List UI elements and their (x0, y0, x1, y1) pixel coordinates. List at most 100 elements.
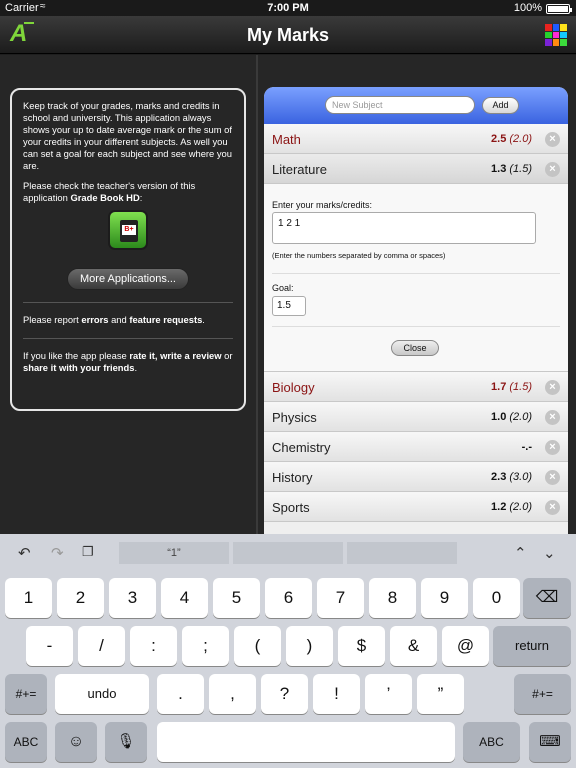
redo-icon[interactable]: ↷ (51, 544, 64, 562)
key-3[interactable]: 4 (161, 578, 208, 618)
goal-input[interactable]: 1.5 (272, 296, 306, 316)
delete-icon[interactable]: × (545, 162, 560, 177)
delete-icon[interactable]: × (545, 132, 560, 147)
goal-value: (1.5) (509, 381, 532, 393)
more-applications-button[interactable]: More Applications... (67, 268, 189, 290)
goal-value: (2.0) (509, 501, 532, 513)
close-editor-button[interactable]: Close (391, 340, 439, 356)
key-8[interactable]: 9 (421, 578, 468, 618)
delete-icon[interactable]: × (545, 440, 560, 455)
grid-square (545, 24, 552, 31)
key-punct[interactable]: ? (261, 674, 308, 714)
key-5[interactable]: 6 (265, 578, 312, 618)
like-text: If you like the app please rate it, writ… (23, 350, 233, 374)
subject-row[interactable]: Math 2.5 (2.0) × (264, 124, 568, 154)
subject-row[interactable]: Chemistry -.- × (264, 432, 568, 462)
symbols-key-right[interactable]: #+= (514, 674, 571, 714)
key-1[interactable]: 2 (57, 578, 104, 618)
chevron-up-icon[interactable]: ⌃ (514, 544, 527, 562)
add-subject-button[interactable]: Add (482, 97, 519, 114)
subject-row[interactable]: Literature 1.3 (1.5) × (264, 154, 568, 184)
key-symbol[interactable]: : (130, 626, 177, 666)
key-symbol[interactable]: / (78, 626, 125, 666)
key-symbol[interactable]: $ (338, 626, 385, 666)
key-punct[interactable]: ! (313, 674, 360, 714)
subject-name: Sports (272, 500, 310, 515)
grid-square (560, 31, 567, 39)
average-value: 2.5 (491, 133, 507, 145)
key-symbol[interactable]: ; (182, 626, 229, 666)
key-punct[interactable]: ’ (365, 674, 412, 714)
goal-label: Goal: (272, 283, 294, 293)
subject-row[interactable]: Sports 1.2 (2.0) × (264, 492, 568, 522)
key-6[interactable]: 7 (317, 578, 364, 618)
delete-icon[interactable]: × (545, 500, 560, 515)
teacher-version-text: Please check the teacher's version of th… (23, 180, 233, 204)
key-punct[interactable]: , (209, 674, 256, 714)
subject-average: -.- (522, 441, 532, 453)
rate-link[interactable]: rate it, write a review (129, 350, 221, 361)
undo-icon[interactable]: ↶ (18, 544, 31, 562)
average-value: 1.3 (491, 163, 507, 175)
nav-bar: A My Marks (0, 16, 576, 54)
marks-hint: (Enter the numbers separated by comma or… (272, 251, 446, 260)
emoji-key[interactable]: ☺ (55, 722, 97, 762)
suggestion-3[interactable] (347, 542, 457, 564)
delete-icon[interactable]: × (545, 410, 560, 425)
goal-value: (2.0) (509, 411, 532, 423)
key-symbol[interactable]: & (390, 626, 437, 666)
report-prefix: Please report (23, 314, 82, 325)
subject-row[interactable]: Physics 1.0 (2.0) × (264, 402, 568, 432)
grid-square (560, 39, 567, 46)
color-grid-icon[interactable] (545, 24, 567, 46)
suggestion-2[interactable] (233, 542, 343, 564)
share-link[interactable]: share it with your friends (23, 362, 134, 373)
report-suffix: . (202, 314, 205, 325)
key-punct[interactable]: ” (417, 674, 464, 714)
delete-icon[interactable]: × (545, 470, 560, 485)
delete-key[interactable]: ⌫ (523, 578, 571, 618)
key-2[interactable]: 3 (109, 578, 156, 618)
report-errors-link[interactable]: errors (81, 314, 108, 325)
undo-key[interactable]: undo (55, 674, 149, 714)
dictation-key[interactable]: 🎙 (105, 722, 147, 762)
subject-average: 2.3 (3.0) (491, 471, 532, 483)
symbols-key-left[interactable]: #+= (5, 674, 47, 714)
subjects-list[interactable]: New Subject Add Math 2.5 (2.0) × Literature… (264, 87, 568, 534)
chevron-down-icon[interactable]: ⌄ (543, 544, 556, 562)
key-4[interactable]: 5 (213, 578, 260, 618)
key-symbol[interactable]: ) (286, 626, 333, 666)
like-prefix: If you like the app please (23, 350, 130, 361)
info-box: Keep track of your grades, marks and cre… (10, 88, 246, 411)
info-panel: Keep track of your grades, marks and cre… (0, 55, 256, 534)
battery-percent: 100% (513, 2, 542, 14)
delete-icon[interactable]: × (545, 380, 560, 395)
return-key[interactable]: return (493, 626, 571, 666)
key-0[interactable]: 1 (5, 578, 52, 618)
new-subject-input[interactable]: New Subject (325, 96, 475, 114)
hide-keyboard-key[interactable]: ⌨ (529, 722, 571, 762)
abc-key-right[interactable]: ABC (463, 722, 520, 762)
key-punct[interactable]: . (157, 674, 204, 714)
report-features-link[interactable]: feature requests (129, 314, 202, 325)
add-subject-bar: New Subject Add (264, 87, 568, 124)
subjects-panel: New Subject Add Math 2.5 (2.0) × Literature… (258, 55, 576, 534)
space-key[interactable] (157, 722, 455, 762)
subject-name: Literature (272, 162, 327, 177)
key-symbol[interactable]: @ (442, 626, 489, 666)
abc-key-left[interactable]: ABC (5, 722, 47, 762)
average-value: 1.7 (491, 381, 507, 393)
key-7[interactable]: 8 (369, 578, 416, 618)
key-symbol[interactable]: ( (234, 626, 281, 666)
paste-icon[interactable]: ❐ (82, 544, 94, 560)
key-9[interactable]: 0 (473, 578, 520, 618)
microphone-icon: 🎙 (116, 733, 136, 750)
subject-row[interactable]: History 2.3 (3.0) × (264, 462, 568, 492)
suggestion-1[interactable]: “1” (119, 542, 229, 564)
subject-row[interactable]: Biology 1.7 (1.5) × (264, 372, 568, 402)
teacher-app-name[interactable]: Grade Book HD (70, 192, 139, 203)
key-symbol[interactable]: - (26, 626, 73, 666)
marks-input[interactable]: 1 2 1 (272, 212, 536, 244)
divider (23, 302, 233, 303)
gradebook-app-icon[interactable] (108, 210, 148, 250)
